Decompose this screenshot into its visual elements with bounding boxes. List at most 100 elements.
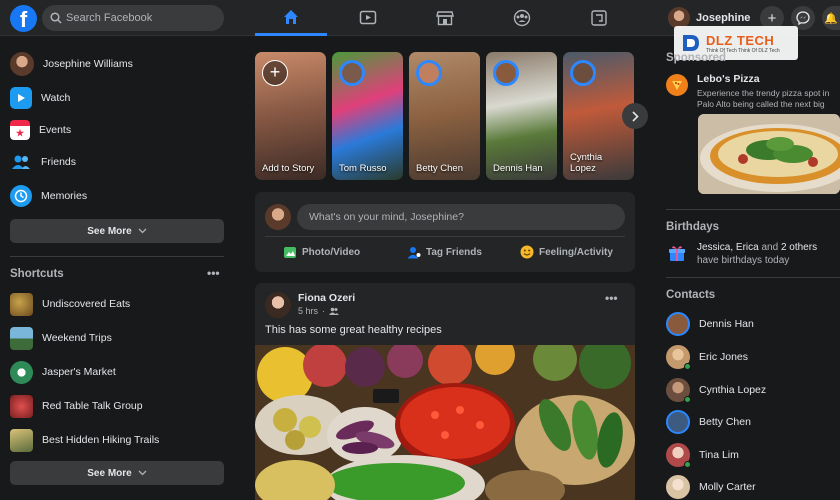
sponsored-title: Sponsored xyxy=(666,52,727,64)
shortcut-thumbnail xyxy=(10,394,33,418)
birthday-and: and xyxy=(761,242,779,253)
marketplace-icon xyxy=(436,11,454,26)
add-story-icon: + xyxy=(262,60,288,86)
events-icon: ★ xyxy=(10,120,30,140)
search-placeholder: Search Facebook xyxy=(66,12,153,24)
contact-item[interactable]: Eric Jones xyxy=(666,344,748,370)
sidebar-item-events[interactable]: ★ Events xyxy=(10,116,71,144)
post-time[interactable]: 5 hrs xyxy=(298,306,318,316)
ad-logo[interactable] xyxy=(666,74,688,96)
shortcut-item[interactable]: Jasper's Market xyxy=(10,358,116,386)
story-card[interactable]: Betty Chen xyxy=(409,52,480,180)
left-sidebar: Josephine Williams Watch ★ Events Friend… xyxy=(0,36,236,500)
post-options-button[interactable]: ••• xyxy=(605,291,618,305)
birthdays-title: Birthdays xyxy=(666,221,720,233)
contact-avatar-wrap xyxy=(666,475,690,499)
birthday-names[interactable]: Jessica, Erica xyxy=(697,242,759,253)
chevron-right-icon xyxy=(631,110,639,122)
search-input[interactable]: Search Facebook xyxy=(42,5,224,31)
contact-avatar-wrap xyxy=(666,378,691,403)
avatar xyxy=(666,475,690,499)
avatar xyxy=(10,52,34,76)
birthday-others[interactable]: 2 others xyxy=(781,242,817,253)
avatar xyxy=(265,292,291,318)
shortcut-label: Weekend Trips xyxy=(42,332,112,344)
plus-icon: + xyxy=(767,9,777,27)
see-more-label: See More xyxy=(87,467,132,479)
story-avatar xyxy=(493,60,519,86)
home-icon xyxy=(284,9,298,24)
photo-video-label: Photo/Video xyxy=(302,246,361,258)
tab-watch[interactable] xyxy=(332,0,404,36)
story-name: Betty Chen xyxy=(416,163,463,174)
pizza-icon xyxy=(672,81,682,90)
see-more-label: See More xyxy=(87,225,132,237)
story-card-add[interactable]: + Add to Story xyxy=(255,52,326,180)
shortcut-label: Jasper's Market xyxy=(42,366,116,378)
story-card[interactable]: Tom Russo xyxy=(332,52,403,180)
tab-marketplace[interactable] xyxy=(409,0,481,36)
stories-next-button[interactable] xyxy=(622,103,648,129)
composer-divider xyxy=(265,236,625,237)
avatar xyxy=(666,312,690,336)
post-image[interactable] xyxy=(255,345,635,500)
shortcut-thumbnail xyxy=(10,292,33,316)
photo-video-button[interactable]: Photo/Video xyxy=(283,240,360,264)
shortcut-item[interactable]: Undiscovered Eats xyxy=(10,290,130,318)
contact-name: Dennis Han xyxy=(699,318,754,330)
sidebar-item-profile[interactable]: Josephine Williams xyxy=(10,50,133,78)
contact-item[interactable]: Tina Lim xyxy=(666,442,739,468)
see-more-button[interactable]: See More xyxy=(10,219,224,243)
tab-groups[interactable] xyxy=(486,0,558,36)
feeling-activity-button[interactable]: Feeling/Activity xyxy=(520,240,613,264)
notifications-button[interactable]: 🔔 xyxy=(822,6,840,30)
contact-item[interactable]: Cynthia Lopez xyxy=(666,377,766,403)
shortcuts-options-button[interactable]: ••• xyxy=(207,266,220,280)
shortcut-thumbnail xyxy=(10,360,33,384)
tag-friends-button[interactable]: Tag Friends xyxy=(407,240,482,264)
facebook-logo[interactable]: f xyxy=(10,5,37,32)
contact-avatar-wrap xyxy=(666,312,690,336)
shortcut-thumbnail xyxy=(10,428,33,452)
post-composer: What's on your mind, Josephine? Photo/Vi… xyxy=(255,192,635,272)
contact-item[interactable]: Dennis Han xyxy=(666,311,754,337)
tab-home[interactable] xyxy=(255,0,327,36)
story-name: Add to Story xyxy=(262,163,315,174)
sidebar-item-label: Josephine Williams xyxy=(43,58,133,70)
memories-icon xyxy=(10,185,32,207)
story-card[interactable]: Dennis Han xyxy=(486,52,557,180)
story-avatar xyxy=(416,60,442,86)
ad-image[interactable] xyxy=(698,114,840,194)
vegetable-market-photo xyxy=(255,345,635,500)
tab-gaming[interactable] xyxy=(563,0,635,36)
shortcut-item[interactable]: Weekend Trips xyxy=(10,324,112,352)
contact-item[interactable]: Betty Chen xyxy=(666,409,751,435)
shortcut-item[interactable]: Best Hidden Hiking Trails xyxy=(10,426,159,454)
contact-avatar-wrap xyxy=(666,443,691,468)
online-indicator xyxy=(684,396,691,403)
ad-description: Experience the trendy pizza spot in Palo… xyxy=(697,88,830,109)
watch-icon xyxy=(10,87,32,109)
composer-input[interactable]: What's on your mind, Josephine? xyxy=(297,204,625,230)
contact-item[interactable]: Molly Carter xyxy=(666,474,756,500)
post-author[interactable]: Fiona Ozeri xyxy=(298,292,355,304)
contact-name: Molly Carter xyxy=(699,481,756,493)
groups-icon xyxy=(513,9,531,27)
sidebar-item-memories[interactable]: Memories xyxy=(10,182,87,210)
feeling-icon xyxy=(520,245,534,259)
pizza-photo xyxy=(698,114,840,194)
ad-name[interactable]: Lebo's Pizza xyxy=(697,73,760,85)
shortcut-item[interactable]: Red Table Talk Group xyxy=(10,392,143,420)
sidebar-item-friends[interactable]: Friends xyxy=(10,148,76,176)
avatar xyxy=(265,204,291,230)
see-more-shortcuts-button[interactable]: See More xyxy=(10,461,224,485)
sidebar-item-label: Friends xyxy=(41,156,77,168)
story-avatar xyxy=(339,60,365,86)
sidebar-item-label: Memories xyxy=(41,190,88,202)
shortcut-thumbnail xyxy=(10,326,33,350)
chevron-down-icon xyxy=(138,228,147,234)
shortcut-label: Best Hidden Hiking Trails xyxy=(42,434,160,446)
tag-friends-icon xyxy=(407,246,421,258)
sidebar-item-watch[interactable]: Watch xyxy=(10,84,70,112)
right-divider xyxy=(666,209,840,210)
